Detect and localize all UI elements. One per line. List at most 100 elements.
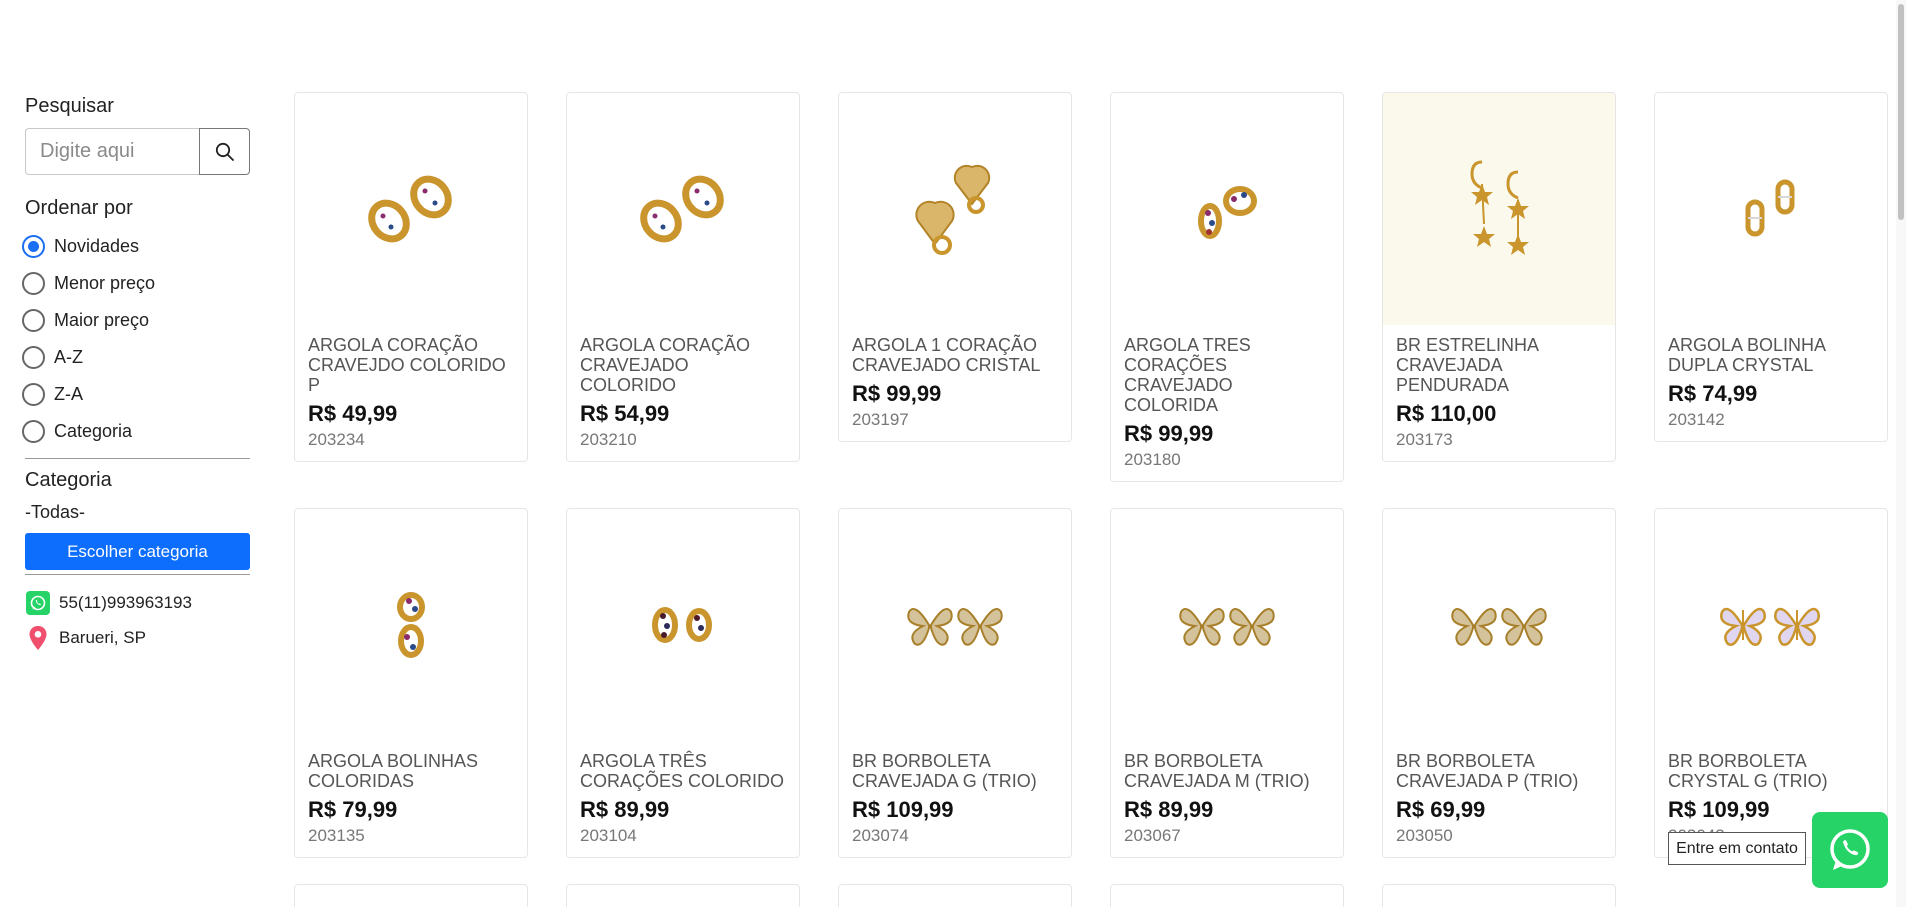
product-card[interactable]: ARGOLA CORAÇÃO CRAVEJADO COLORIDO R$ 54,…: [566, 92, 800, 462]
product-code: 203074: [852, 826, 909, 845]
sort-option-label: Maior preço: [54, 310, 150, 330]
location-pin-icon: [25, 625, 51, 651]
search-bar: [25, 128, 250, 175]
sort-option-z-a[interactable]: Z-A: [22, 376, 250, 413]
search-button[interactable]: [199, 128, 250, 175]
product-grid: ARGOLA CORAÇÃO CRAVEJDO COLORIDO P R$ 49…: [294, 92, 1894, 907]
product-card[interactable]: [1110, 884, 1344, 907]
product-code: 203142: [1668, 410, 1725, 429]
product-card[interactable]: ARGOLA BOLINHAS COLORIDAS R$ 79,99 20313…: [294, 508, 528, 858]
product-price: R$ 109,99: [852, 797, 954, 822]
divider: [25, 458, 250, 459]
product-price: R$ 110,00: [1396, 401, 1497, 426]
sort-option-novidades[interactable]: Novidades: [22, 228, 250, 265]
sort-option-menor-preco[interactable]: Menor preço: [22, 265, 250, 302]
product-image[interactable]: [1111, 93, 1343, 325]
product-image[interactable]: [1383, 93, 1615, 325]
whatsapp-float-button[interactable]: [1812, 812, 1888, 888]
category-title: Categoria: [25, 469, 112, 491]
radio-icon[interactable]: [22, 272, 45, 295]
search-input[interactable]: [25, 128, 199, 175]
contact-location: Barueri, SP: [25, 620, 250, 655]
sort-title: Ordenar por: [25, 197, 133, 219]
radio-icon[interactable]: [22, 420, 45, 443]
product-card[interactable]: [566, 884, 800, 907]
search-title: Pesquisar: [25, 95, 114, 117]
sort-option-label: Z-A: [54, 384, 83, 404]
product-title[interactable]: ARGOLA BOLINHAS COLORIDAS: [308, 751, 514, 791]
product-image[interactable]: [1111, 509, 1343, 741]
phone-number: 55(11)993963193: [59, 592, 192, 612]
whatsapp-tooltip: Entre em contato: [1668, 832, 1806, 865]
product-image[interactable]: [295, 93, 527, 325]
product-card[interactable]: BR BORBOLETA CRAVEJADA M (TRIO) R$ 89,99…: [1110, 508, 1344, 858]
choose-category-button[interactable]: Escolher categoria: [25, 533, 250, 570]
product-title[interactable]: BR ESTRELINHA CRAVEJADA PENDURADA: [1396, 335, 1602, 395]
product-card[interactable]: [838, 884, 1072, 907]
sort-option-categoria[interactable]: Categoria: [22, 413, 250, 450]
product-card[interactable]: ARGOLA TRÊS CORAÇÕES COLORIDO R$ 89,99 2…: [566, 508, 800, 858]
product-title[interactable]: ARGOLA TRES CORAÇÕES CRAVEJADO COLORIDA: [1124, 335, 1330, 415]
sidebar: Pesquisar Ordenar por Novidades Menor pr…: [22, 95, 250, 655]
product-card[interactable]: ARGOLA BOLINHA DUPLA CRYSTAL R$ 74,99 20…: [1654, 92, 1888, 442]
radio-icon[interactable]: [22, 309, 45, 332]
product-image[interactable]: [1655, 93, 1887, 325]
product-price: R$ 99,99: [852, 381, 942, 406]
product-price: R$ 54,99: [580, 401, 670, 426]
product-card[interactable]: BR BORBOLETA CRYSTAL G (TRIO) R$ 109,99 …: [1654, 508, 1888, 858]
sort-option-label: Novidades: [54, 236, 140, 256]
product-card[interactable]: ARGOLA 1 CORAÇÃO CRAVEJADO CRISTAL R$ 99…: [838, 92, 1072, 442]
product-title[interactable]: ARGOLA CORAÇÃO CRAVEJDO COLORIDO P: [308, 335, 514, 395]
product-price: R$ 89,99: [580, 797, 670, 822]
product-title[interactable]: BR BORBOLETA CRAVEJADA G (TRIO): [852, 751, 1058, 791]
product-title[interactable]: ARGOLA 1 CORAÇÃO CRAVEJADO CRISTAL: [852, 335, 1058, 375]
product-image[interactable]: [839, 93, 1071, 325]
whatsapp-icon: [25, 590, 51, 616]
radio-icon[interactable]: [22, 346, 45, 369]
contact-phone[interactable]: 55(11)993963193: [25, 585, 250, 620]
product-image[interactable]: [1383, 509, 1615, 741]
product-card[interactable]: ARGOLA CORAÇÃO CRAVEJDO COLORIDO P R$ 49…: [294, 92, 528, 462]
product-card[interactable]: [1382, 884, 1616, 907]
product-image[interactable]: [839, 509, 1071, 741]
product-title[interactable]: ARGOLA BOLINHA DUPLA CRYSTAL: [1668, 335, 1874, 375]
product-image[interactable]: [295, 509, 527, 741]
scrollbar-thumb[interactable]: [1898, 4, 1904, 220]
search-icon: [215, 142, 234, 161]
product-title[interactable]: ARGOLA CORAÇÃO CRAVEJADO COLORIDO: [580, 335, 786, 395]
product-code: 203135: [308, 826, 365, 845]
radio-icon[interactable]: [22, 383, 45, 406]
product-title[interactable]: BR BORBOLETA CRAVEJADA P (TRIO): [1396, 751, 1602, 791]
product-code: 203104: [580, 826, 637, 845]
product-code: 203173: [1396, 430, 1453, 449]
product-title[interactable]: ARGOLA TRÊS CORAÇÕES COLORIDO: [580, 751, 786, 791]
product-price: R$ 49,99: [308, 401, 398, 426]
sort-option-label: Categoria: [54, 421, 133, 441]
product-card[interactable]: BR BORBOLETA CRAVEJADA G (TRIO) R$ 109,9…: [838, 508, 1072, 858]
product-card[interactable]: [294, 884, 528, 907]
sort-option-maior-preco[interactable]: Maior preço: [22, 302, 250, 339]
sort-option-label: A-Z: [54, 347, 83, 367]
product-code: 203234: [308, 430, 365, 449]
product-price: R$ 89,99: [1124, 797, 1214, 822]
sort-options: Novidades Menor preço Maior preço A-Z Z-…: [22, 228, 250, 450]
location-text: Barueri, SP: [59, 627, 146, 647]
product-card[interactable]: BR ESTRELINHA CRAVEJADA PENDURADA R$ 110…: [1382, 92, 1616, 462]
product-price: R$ 79,99: [308, 797, 398, 822]
product-card[interactable]: ARGOLA TRES CORAÇÕES CRAVEJADO COLORIDA …: [1110, 92, 1344, 482]
product-image[interactable]: [567, 93, 799, 325]
product-title[interactable]: BR BORBOLETA CRYSTAL G (TRIO): [1668, 751, 1874, 791]
page-scrollbar[interactable]: [1896, 0, 1906, 907]
category-value: -Todas-: [25, 502, 86, 522]
product-price: R$ 74,99: [1668, 381, 1758, 406]
sort-option-a-z[interactable]: A-Z: [22, 339, 250, 376]
divider: [25, 574, 250, 575]
radio-selected-icon[interactable]: [22, 235, 45, 258]
product-title[interactable]: BR BORBOLETA CRAVEJADA M (TRIO): [1124, 751, 1330, 791]
product-card[interactable]: BR BORBOLETA CRAVEJADA P (TRIO) R$ 69,99…: [1382, 508, 1616, 858]
product-image[interactable]: [1655, 509, 1887, 741]
product-price: R$ 99,99: [1124, 421, 1214, 446]
sort-option-label: Menor preço: [54, 273, 156, 293]
product-code: 203050: [1396, 826, 1453, 845]
product-image[interactable]: [567, 509, 799, 741]
